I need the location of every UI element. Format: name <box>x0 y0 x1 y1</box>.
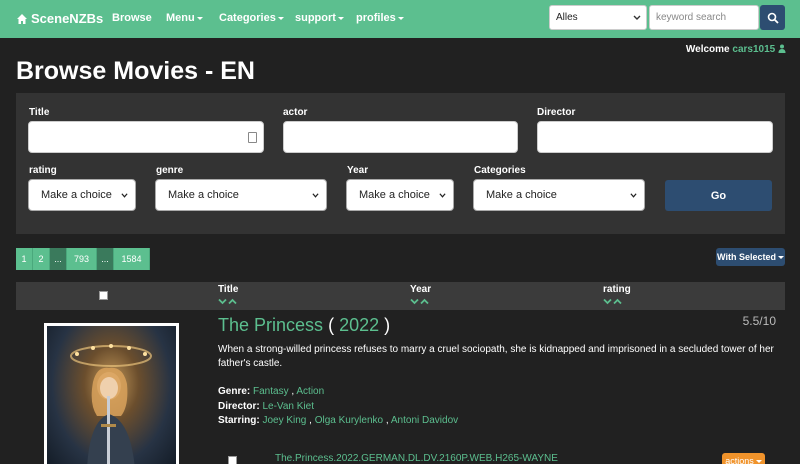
genre-label: genre <box>156 165 184 176</box>
caret-down-icon <box>337 16 344 20</box>
sort-year[interactable] <box>410 298 429 305</box>
chevron-down-icon <box>439 193 446 198</box>
nav-profiles[interactable]: profiles <box>356 12 404 24</box>
movie-title: The Princess ( 2022 ) <box>218 315 390 336</box>
go-button[interactable]: Go <box>665 180 772 211</box>
actor-input[interactable] <box>283 121 518 153</box>
title-label: Title <box>29 107 50 118</box>
search-button[interactable] <box>760 5 785 30</box>
page-793[interactable]: 793 <box>67 248 97 270</box>
categories-label: Categories <box>474 165 526 176</box>
year-select[interactable]: Make a choice <box>346 179 454 211</box>
star-link-2[interactable]: Olga Kurylenko <box>315 415 383 426</box>
keyboard-icon[interactable] <box>248 132 257 143</box>
username-link[interactable]: cars1015 <box>732 44 775 55</box>
keyword-search-input[interactable]: keyword search <box>649 5 759 30</box>
movie-year-link[interactable]: 2022 <box>339 315 379 335</box>
rating-label: rating <box>29 165 57 176</box>
genre-select[interactable]: Make a choice <box>155 179 327 211</box>
page-1584[interactable]: 1584 <box>114 248 150 270</box>
movie-rating: 5.5/10 <box>742 314 776 328</box>
user-icon[interactable] <box>778 44 786 53</box>
top-navbar: SceneNZBs Browse Menu Categories support… <box>0 0 800 38</box>
caret-down-icon <box>397 16 404 20</box>
caret-down-icon <box>755 459 762 463</box>
pagination: 1 2 ... 793 ... 1584 <box>16 248 150 270</box>
nav-browse[interactable]: Browse <box>112 12 152 24</box>
search-icon <box>767 12 779 24</box>
star-link-1[interactable]: Joey King <box>262 415 306 426</box>
genre-link-action[interactable]: Action <box>296 386 324 397</box>
movie-title-link[interactable]: The Princess <box>218 315 323 335</box>
column-title[interactable]: Title <box>218 284 238 295</box>
welcome-text: Welcome cars1015 <box>686 44 786 55</box>
chevron-down-icon[interactable] <box>218 298 227 305</box>
chevron-up-icon[interactable] <box>613 298 622 305</box>
home-icon <box>17 13 27 24</box>
year-label: Year <box>347 165 369 176</box>
with-selected-button[interactable]: With Selected <box>716 248 785 266</box>
genre-link-fantasy[interactable]: Fantasy <box>253 386 289 397</box>
search-category-select[interactable]: Alles <box>549 5 647 30</box>
chevron-down-icon <box>630 193 637 198</box>
paren-close: ) <box>384 315 391 335</box>
page-ellipsis: ... <box>50 248 67 270</box>
brand-name: SceneNZBs <box>31 11 104 26</box>
categories-select[interactable]: Make a choice <box>473 179 645 211</box>
poster-art <box>70 344 152 464</box>
release-checkbox[interactable] <box>228 456 237 464</box>
nav-support[interactable]: support <box>295 12 344 24</box>
rating-select[interactable]: Make a choice <box>28 179 136 211</box>
caret-down-icon <box>196 16 203 20</box>
nav-categories[interactable]: Categories <box>219 12 284 24</box>
title-input[interactable] <box>28 121 264 153</box>
director-label: Director <box>537 107 576 118</box>
chevron-down-icon[interactable] <box>603 298 612 305</box>
column-rating[interactable]: rating <box>603 284 631 295</box>
paren-open: ( <box>328 315 335 335</box>
star-link-3[interactable]: Antoni Davidov <box>391 415 458 426</box>
movie-description: When a strong-willed princess refuses to… <box>218 344 774 369</box>
table-header: Title Year rating <box>16 282 785 310</box>
caret-down-icon <box>777 255 784 259</box>
director-row: Director: Le-Van Kiet <box>218 401 314 412</box>
actor-label: actor <box>283 107 308 118</box>
chevron-down-icon[interactable] <box>410 298 419 305</box>
chevron-down-icon <box>121 193 128 198</box>
release-name-link[interactable]: The.Princess.2022.GERMAN.DL.DV.2160P.WEB… <box>275 453 558 464</box>
column-year[interactable]: Year <box>410 284 431 295</box>
director-link[interactable]: Le-Van Kiet <box>262 401 314 412</box>
page-2[interactable]: 2 <box>33 248 50 270</box>
chevron-down-icon <box>633 15 641 20</box>
select-all-checkbox[interactable] <box>99 291 108 300</box>
sort-rating[interactable] <box>603 298 622 305</box>
movie-poster[interactable] <box>44 323 179 464</box>
chevron-down-icon <box>312 193 319 198</box>
director-input[interactable] <box>537 121 773 153</box>
nav-menu[interactable]: Menu <box>166 12 203 24</box>
genre-row: Genre: Fantasy , Action <box>218 386 325 397</box>
caret-down-icon <box>277 16 284 20</box>
starring-row: Starring: Joey King , Olga Kurylenko , A… <box>218 415 459 426</box>
chevron-up-icon[interactable] <box>228 298 237 305</box>
sort-title[interactable] <box>218 298 237 305</box>
actions-button[interactable]: actions <box>722 453 765 464</box>
page-ellipsis: ... <box>97 248 114 270</box>
filter-panel: Title actor Director rating Make a choic… <box>16 93 785 234</box>
page-title: Browse Movies - EN <box>16 57 255 85</box>
chevron-up-icon[interactable] <box>420 298 429 305</box>
poster-image <box>47 326 176 464</box>
page-1[interactable]: 1 <box>16 248 33 270</box>
brand-link[interactable]: SceneNZBs <box>16 11 103 26</box>
